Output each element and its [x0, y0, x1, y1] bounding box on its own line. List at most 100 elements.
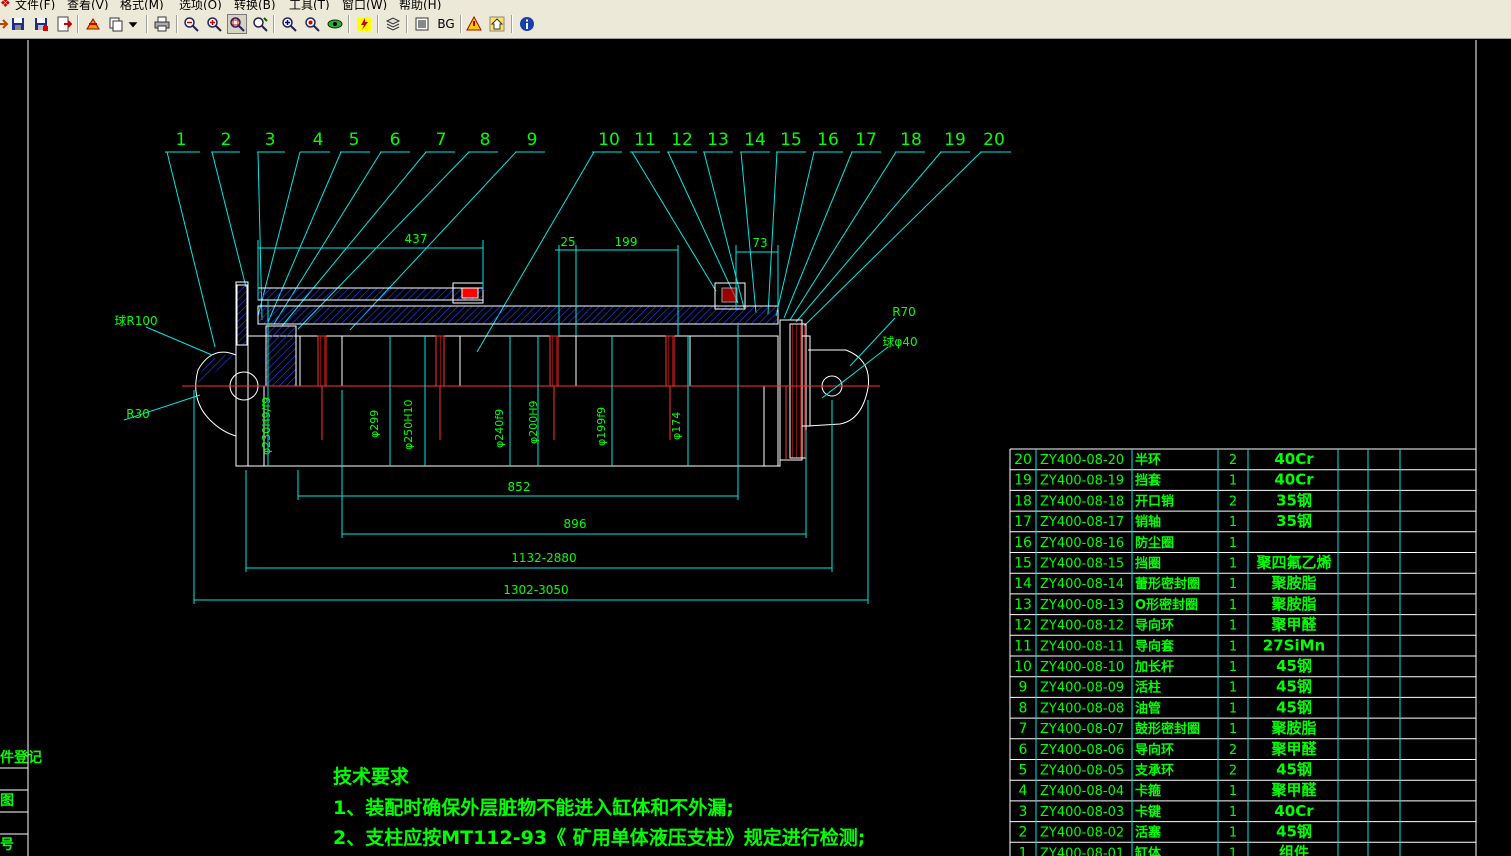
parts-table-cell: 1 — [1229, 701, 1237, 716]
parts-table-cell: 27SiMn — [1263, 636, 1325, 654]
dim-1302: 1302-3050 — [503, 583, 568, 597]
menu-view[interactable]: 查看(V) — [67, 0, 109, 10]
parts-table-cell: 鼓形密封圈 — [1135, 721, 1200, 737]
view-eye-icon[interactable] — [325, 14, 345, 34]
tech-requirements-title: 技术要求 — [333, 766, 410, 788]
parts-table-cell: 1 — [1019, 845, 1028, 856]
save-as-icon[interactable] — [31, 14, 51, 34]
lightning-icon[interactable] — [354, 14, 374, 34]
layer-manager-icon[interactable] — [383, 14, 403, 34]
parts-table-cell: ZY400-08-16 — [1040, 536, 1124, 551]
fit-230: φ230H9/f9 — [260, 397, 273, 455]
layers-icon[interactable] — [83, 14, 103, 34]
menu-convert[interactable]: 转换(B) — [234, 0, 276, 10]
parts-table-cell: 3 — [1019, 804, 1028, 820]
parts-table-cell: 45钢 — [1276, 761, 1312, 779]
fit-240: φ240f9 — [493, 409, 506, 448]
dim-852: 852 — [508, 480, 531, 494]
parts-table-cell: 聚甲醛 — [1270, 616, 1317, 634]
parts-table-cell: 11 — [1014, 638, 1032, 654]
dim-199: 199 — [615, 235, 638, 249]
parts-table-cell: ZY400-08-20 — [1040, 453, 1124, 468]
zoom-in-icon[interactable] — [204, 14, 224, 34]
parts-table-cell: 45钢 — [1276, 698, 1312, 716]
parts-table-cell: 45钢 — [1276, 657, 1312, 675]
zoom-extents-icon[interactable] — [279, 14, 299, 34]
save-icon[interactable] — [8, 14, 28, 34]
warning-icon[interactable] — [464, 14, 484, 34]
parts-table-cell: 1 — [1229, 681, 1237, 696]
parts-table-cell: 聚胺脂 — [1270, 574, 1316, 592]
menu-help[interactable]: 帮助(H) — [399, 0, 441, 10]
fit-199: φ199f9 — [595, 407, 608, 446]
parts-table-cell: ZY400-08-07 — [1040, 722, 1124, 737]
parts-table-cell: 17 — [1014, 514, 1032, 530]
balloon-numbers: 1 2 3 4 5 6 7 8 9 10 11 12 13 14 15 16 1… — [176, 130, 1005, 150]
parts-table-cell: O形密封圈 — [1135, 597, 1198, 613]
parts-table-cell: 挡圈 — [1135, 556, 1161, 572]
parts-table-cell: 8 — [1019, 700, 1028, 716]
parts-table-cell: 挡套 — [1135, 473, 1162, 489]
balloon-7: 7 — [436, 130, 447, 150]
menu-window[interactable]: 窗口(W) — [342, 0, 387, 10]
parts-table-cell: ZY400-08-02 — [1040, 826, 1124, 841]
parts-table-cell: ZY400-08-14 — [1040, 577, 1124, 592]
parts-table-cell: 2 — [1019, 825, 1028, 841]
parts-table-cell: ZY400-08-04 — [1040, 784, 1124, 799]
print-icon[interactable] — [152, 14, 172, 34]
parts-table-cell: ZY400-08-03 — [1040, 805, 1124, 820]
balloon-4: 4 — [313, 130, 324, 150]
tech-requirement-2: 2、支柱应按MT112-93《 矿用单体液压支柱》规定进行检测; — [333, 827, 866, 849]
export-icon[interactable] — [54, 14, 74, 34]
menu-options[interactable]: 选项(O) — [179, 0, 222, 10]
parts-table-cell: 9 — [1019, 680, 1028, 696]
dim-r70: R70 — [892, 305, 916, 319]
parts-table-cell: ZY400-08-15 — [1040, 557, 1124, 572]
dropdown-icon[interactable] — [126, 14, 140, 34]
parts-table-cell: 导向环 — [1135, 618, 1174, 634]
zoom-out-icon[interactable] — [181, 14, 201, 34]
balloon-12: 12 — [671, 130, 693, 150]
app-icon[interactable]: ❖ — [0, 0, 11, 10]
parts-table-cell: 10 — [1014, 659, 1032, 675]
parts-table-cell: 1 — [1229, 536, 1237, 551]
balloon-15: 15 — [780, 130, 802, 150]
toolbar: BG — [0, 10, 1511, 39]
zoom-previous-icon[interactable] — [302, 14, 322, 34]
info-icon[interactable] — [517, 14, 537, 34]
parts-table-cell: ZY400-08-13 — [1040, 598, 1124, 613]
parts-table-cell: 油管 — [1135, 700, 1161, 716]
parts-table-cell: 聚甲醛 — [1270, 740, 1317, 758]
menu-file[interactable]: 文件(F) — [15, 0, 55, 10]
zoom-realtime-icon[interactable] — [250, 14, 270, 34]
zoom-window-icon[interactable] — [227, 14, 247, 34]
parts-table-cell: ZY400-08-01 — [1040, 846, 1124, 856]
parts-table-cell: 组件 — [1279, 843, 1309, 856]
frame-icon[interactable] — [412, 14, 432, 34]
balloon-13: 13 — [707, 130, 729, 150]
parts-table-cell: 1 — [1229, 515, 1237, 530]
parts-table-cell: 13 — [1014, 597, 1032, 613]
parts-table-cell: 2 — [1229, 494, 1237, 509]
balloon-8: 8 — [480, 130, 491, 150]
menu-format[interactable]: 格式(M) — [120, 0, 164, 10]
parts-table: 20 ZY400-08-20 半环 2 40Cr19 ZY400-08-19 挡套 1 40Cr… — [1009, 448, 1477, 856]
parts-table-cell: ZY400-08-09 — [1040, 681, 1124, 696]
parts-table-cell: 聚胺脂 — [1270, 595, 1316, 613]
balloon-10: 10 — [598, 130, 620, 150]
parts-table-cell: 缸体 — [1134, 845, 1162, 856]
balloon-5: 5 — [349, 130, 360, 150]
parts-table-cell: 1 — [1229, 846, 1237, 856]
copy-icon[interactable] — [106, 14, 126, 34]
drawing-canvas[interactable]: 1 2 3 4 5 6 7 8 9 10 11 12 13 14 15 16 1… — [0, 39, 1511, 856]
background-icon[interactable]: BG — [434, 14, 458, 34]
parts-table-cell: 4 — [1019, 783, 1028, 799]
parts-table-cell: 1 — [1229, 660, 1237, 675]
parts-table-cell: 45钢 — [1276, 823, 1312, 841]
parts-table-cell: 1 — [1229, 784, 1237, 799]
parts-table-cell: ZY400-08-11 — [1040, 639, 1124, 654]
parts-table-cell: ZY400-08-06 — [1040, 743, 1124, 758]
fit-250: φ250H10 — [402, 399, 415, 450]
home-icon[interactable] — [487, 14, 507, 34]
menu-tools[interactable]: 工具(T) — [289, 0, 330, 10]
